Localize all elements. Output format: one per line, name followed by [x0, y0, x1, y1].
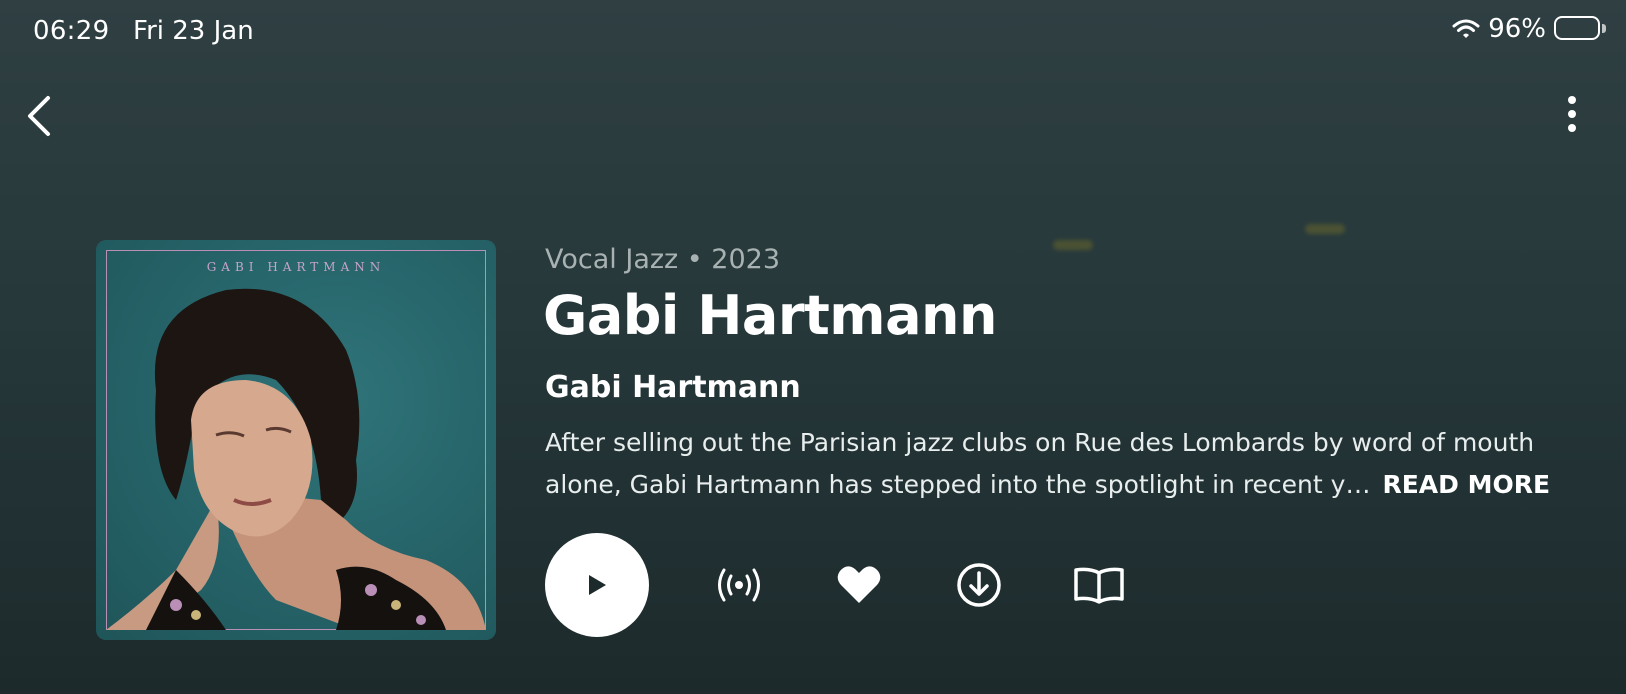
status-bar: 06:29 Fri 23 Jan 96% — [0, 0, 1626, 66]
favorite-button[interactable] — [832, 560, 886, 610]
background-blur-spot — [1305, 224, 1345, 234]
battery-percentage: 96% — [1488, 14, 1546, 44]
battery-icon — [1554, 16, 1608, 42]
status-date: Fri 23 Jan — [133, 16, 254, 46]
read-more-link[interactable]: READ MORE — [1382, 470, 1550, 499]
play-icon — [589, 575, 606, 595]
description-text: alone, Gabi Hartmann has stepped into th… — [545, 470, 1371, 499]
status-time: 06:29 — [33, 16, 110, 46]
cover-portrait-image — [106, 288, 486, 630]
status-indicators: 96% — [1452, 14, 1608, 44]
artist-name-link[interactable]: Gabi Hartmann — [545, 370, 801, 405]
radio-button[interactable] — [712, 560, 766, 610]
heart-icon — [837, 566, 881, 603]
background-blur-spot — [1053, 240, 1093, 250]
genre-year-label: Vocal Jazz • 2023 — [545, 244, 781, 275]
play-button[interactable] — [545, 533, 649, 637]
download-icon — [957, 563, 1001, 607]
album-title: Gabi Hartmann — [543, 284, 997, 347]
album-cover[interactable]: GABI HARTMANN — [96, 240, 496, 640]
more-options-button[interactable] — [1550, 90, 1590, 140]
description-line: After selling out the Parisian jazz club… — [545, 428, 1535, 457]
description-line: alone, Gabi Hartmann has stepped into th… — [545, 464, 1565, 506]
download-button[interactable] — [952, 560, 1006, 610]
chevron-left-icon — [28, 96, 50, 136]
booklet-button[interactable] — [1072, 560, 1126, 610]
radio-broadcast-icon — [718, 568, 760, 602]
back-button[interactable] — [18, 88, 62, 144]
open-book-icon — [1074, 567, 1124, 604]
wifi-icon — [1452, 18, 1480, 40]
vertical-ellipsis-icon — [1568, 96, 1576, 132]
album-description: After selling out the Parisian jazz club… — [545, 422, 1565, 506]
